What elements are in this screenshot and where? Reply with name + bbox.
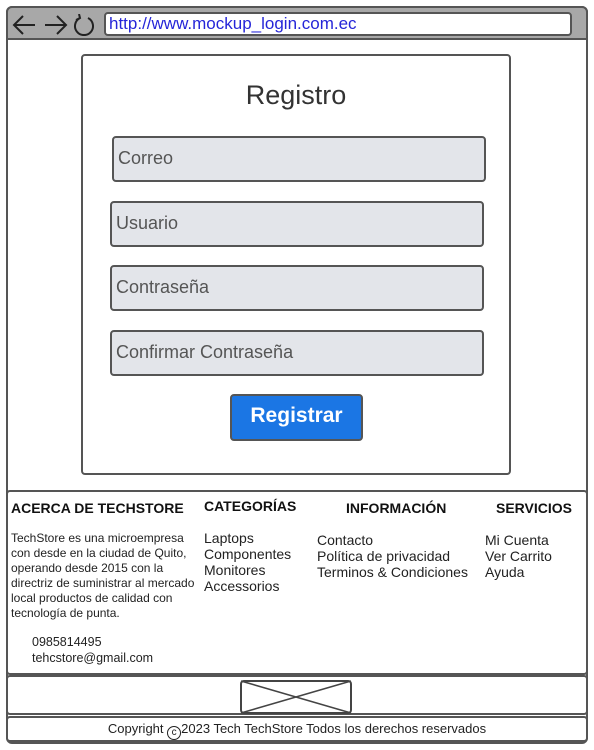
footer: ACERCA DE TECHSTORE CATEGORÍAS INFORMACI… — [6, 490, 588, 675]
footer-services-heading: SERVICIOS — [496, 500, 572, 516]
email-field[interactable]: Correo — [112, 136, 486, 182]
logo-bar — [6, 675, 588, 715]
browser-toolbar: http://www.mockup_login.com.ec — [6, 6, 588, 40]
confirm-password-field[interactable]: Confirmar Contraseña — [110, 330, 484, 376]
category-link-laptops[interactable]: Laptops — [204, 530, 291, 546]
copyright-text: 2023 Tech TechStore Todos los derechos r… — [181, 721, 487, 736]
register-button[interactable]: Registrar — [230, 394, 363, 441]
about-description: TechStore es una microempresa con desde … — [11, 531, 195, 620]
contact-email: tehcstore@gmail.com — [32, 651, 154, 665]
registration-card: Registro Correo Usuario Contraseña Confi… — [81, 54, 511, 475]
footer-categories-heading: CATEGORÍAS — [204, 498, 297, 514]
service-link-ayuda[interactable]: Ayuda — [485, 564, 552, 580]
service-link-mi-cuenta[interactable]: Mi Cuenta — [485, 532, 552, 548]
copyright-prefix: Copyright — [107, 721, 164, 736]
service-link-ver-carrito[interactable]: Ver Carrito — [485, 548, 552, 564]
copyright-icon: c — [167, 726, 182, 740]
page-title: Registro — [245, 80, 347, 110]
categories-list: Laptops Componentes Monitores Accessorio… — [204, 530, 291, 594]
info-list: Contacto Política de privacidad Terminos… — [317, 532, 468, 580]
password-field[interactable]: Contraseña — [110, 265, 484, 311]
category-link-monitores[interactable]: Monitores — [204, 562, 291, 578]
services-list: Mi Cuenta Ver Carrito Ayuda — [485, 532, 552, 580]
copyright-bar: Copyright c 2023 Tech TechStore Todos los… — [6, 716, 588, 742]
info-link-terminos[interactable]: Terminos & Condiciones — [317, 564, 468, 580]
footer-info-heading: INFORMACIÓN — [346, 500, 447, 516]
info-link-privacidad[interactable]: Política de privacidad — [317, 548, 468, 564]
footer-about-heading: ACERCA DE TECHSTORE — [11, 500, 184, 516]
category-link-accesorios[interactable]: Accessorios — [204, 578, 291, 594]
forward-arrow-icon[interactable] — [44, 14, 68, 36]
address-bar[interactable]: http://www.mockup_login.com.ec — [104, 12, 572, 36]
back-arrow-icon[interactable] — [12, 14, 36, 36]
info-link-contacto[interactable]: Contacto — [317, 532, 468, 548]
username-field[interactable]: Usuario — [110, 201, 484, 247]
reload-icon[interactable] — [72, 14, 96, 36]
contact-phone: 0985814495 — [32, 635, 102, 649]
image-placeholder-icon — [240, 680, 352, 714]
category-link-componentes[interactable]: Componentes — [204, 546, 291, 562]
